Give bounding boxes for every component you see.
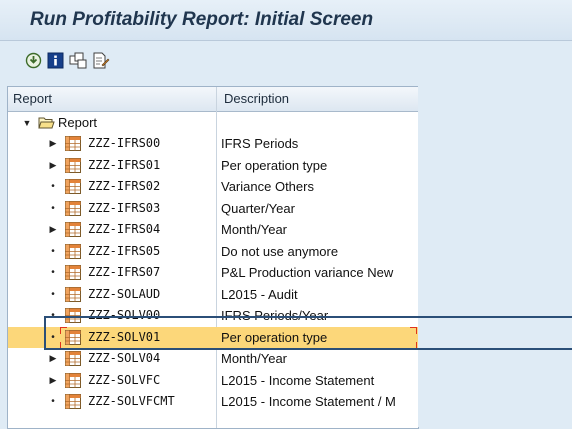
column-header-report[interactable]: Report bbox=[13, 91, 52, 106]
report-code: ZZZ-IFRS02 bbox=[88, 179, 161, 193]
report-description: Month/Year bbox=[221, 351, 288, 366]
report-code: ZZZ-IFRS07 bbox=[88, 265, 161, 279]
report-description: L2015 - Audit bbox=[221, 287, 298, 302]
leaf-dot-icon: • bbox=[51, 181, 55, 192]
report-code: ZZZ-SOLVFCMT bbox=[88, 394, 175, 408]
leaf-dot-icon: • bbox=[51, 246, 55, 257]
tree-row[interactable]: • ZZZ-IFRS07 P&L Production variance New bbox=[8, 262, 418, 283]
report-code: ZZZ-SOLV00 bbox=[88, 308, 161, 322]
tree-row-selected[interactable]: • ZZZ-SOLV01 Per operation type bbox=[8, 327, 418, 349]
leaf-dot-icon: • bbox=[51, 332, 55, 343]
report-code: ZZZ-SOLV04 bbox=[88, 351, 161, 365]
report-table-icon bbox=[65, 287, 81, 302]
report-code: ZZZ-IFRS01 bbox=[88, 158, 161, 172]
report-table-icon bbox=[65, 394, 81, 409]
execute-icon[interactable] bbox=[24, 51, 42, 69]
tree-row[interactable]: • ZZZ-SOLV00 IFRS Periods/Year bbox=[8, 305, 418, 326]
report-table-icon bbox=[65, 136, 81, 151]
tree-row[interactable]: • ZZZ-IFRS03 Quarter/Year bbox=[8, 198, 418, 219]
expand-triangle-icon[interactable]: ▶ bbox=[48, 348, 58, 369]
tree-row[interactable]: • ZZZ-SOLVFCMT L2015 - Income Statement / … bbox=[8, 391, 418, 412]
tree-row[interactable]: ▶ ZZZ-IFRS04 Month/Year bbox=[8, 219, 418, 240]
report-code: ZZZ-IFRS05 bbox=[88, 244, 161, 258]
report-tree: Report Description ▼ Report ▶ ZZZ-IFRS00 I… bbox=[7, 86, 419, 429]
collapse-triangle-icon[interactable]: ▼ bbox=[22, 112, 32, 133]
page-title: Run Profitability Report: Initial Screen bbox=[30, 9, 374, 30]
tree-root-label: Report bbox=[58, 115, 98, 130]
hierarchy-icon[interactable] bbox=[69, 51, 87, 69]
report-table-icon bbox=[65, 179, 81, 194]
report-description: L2015 - Income Statement bbox=[221, 373, 375, 388]
edit-document-icon[interactable] bbox=[92, 51, 110, 69]
report-table-icon bbox=[65, 351, 81, 366]
report-table-icon bbox=[65, 201, 81, 216]
leaf-dot-icon: • bbox=[51, 289, 55, 300]
report-table-icon bbox=[65, 265, 81, 280]
report-table-icon bbox=[65, 373, 81, 388]
folder-open-icon bbox=[38, 116, 55, 131]
expand-triangle-icon[interactable]: ▶ bbox=[48, 219, 58, 240]
tree-header: Report Description bbox=[8, 87, 418, 112]
leaf-dot-icon: • bbox=[51, 396, 55, 407]
report-description: L2015 - Income Statement / M bbox=[221, 394, 396, 409]
report-description: Variance Others bbox=[221, 179, 314, 194]
application-toolbar bbox=[0, 41, 572, 78]
expand-triangle-icon[interactable]: ▶ bbox=[48, 133, 58, 154]
information-icon[interactable] bbox=[46, 51, 64, 69]
report-code: ZZZ-SOLAUD bbox=[88, 287, 161, 301]
tree-row[interactable]: • ZZZ-SOLAUD L2015 - Audit bbox=[8, 284, 418, 305]
column-header-description[interactable]: Description bbox=[224, 91, 289, 106]
report-description: Month/Year bbox=[221, 222, 288, 237]
report-description: Per operation type bbox=[221, 330, 328, 345]
title-bar: Run Profitability Report: Initial Screen bbox=[0, 0, 572, 41]
focus-corner-marker bbox=[410, 327, 417, 334]
tree-row[interactable]: ▶ ZZZ-IFRS01 Per operation type bbox=[8, 155, 418, 176]
report-description: Do not use anymore bbox=[221, 244, 339, 259]
report-code: ZZZ-SOLVFC bbox=[88, 373, 161, 387]
tree-row[interactable]: ▶ ZZZ-SOLVFC L2015 - Income Statement bbox=[8, 370, 418, 391]
tree-row[interactable]: • ZZZ-IFRS05 Do not use anymore bbox=[8, 241, 418, 262]
leaf-dot-icon: • bbox=[51, 310, 55, 321]
report-table-icon bbox=[65, 330, 81, 345]
tree-row[interactable]: • ZZZ-IFRS02 Variance Others bbox=[8, 176, 418, 197]
report-table-icon bbox=[65, 308, 81, 323]
report-code: ZZZ-IFRS04 bbox=[88, 222, 161, 236]
tree-root-row[interactable]: ▼ Report bbox=[8, 112, 418, 133]
report-code: ZZZ-IFRS00 bbox=[88, 136, 161, 150]
report-table-icon bbox=[65, 222, 81, 237]
leaf-dot-icon: • bbox=[51, 267, 55, 278]
report-description: Quarter/Year bbox=[221, 201, 295, 216]
report-table-icon bbox=[65, 244, 81, 259]
report-description: Per operation type bbox=[221, 158, 328, 173]
report-code: ZZZ-SOLV01 bbox=[88, 330, 161, 344]
focus-corner-marker bbox=[60, 327, 67, 334]
tree-row[interactable]: ▶ ZZZ-IFRS00 IFRS Periods bbox=[8, 133, 418, 154]
report-description: P&L Production variance New bbox=[221, 265, 394, 280]
report-code: ZZZ-IFRS03 bbox=[88, 201, 161, 215]
leaf-dot-icon: • bbox=[51, 203, 55, 214]
tree-row[interactable]: ▶ ZZZ-SOLV04 Month/Year bbox=[8, 348, 418, 369]
report-description: IFRS Periods/Year bbox=[221, 308, 329, 323]
empty-area bbox=[418, 86, 572, 427]
expand-triangle-icon[interactable]: ▶ bbox=[48, 370, 58, 391]
expand-triangle-icon[interactable]: ▶ bbox=[48, 155, 58, 176]
report-description: IFRS Periods bbox=[221, 136, 299, 151]
report-table-icon bbox=[65, 158, 81, 173]
